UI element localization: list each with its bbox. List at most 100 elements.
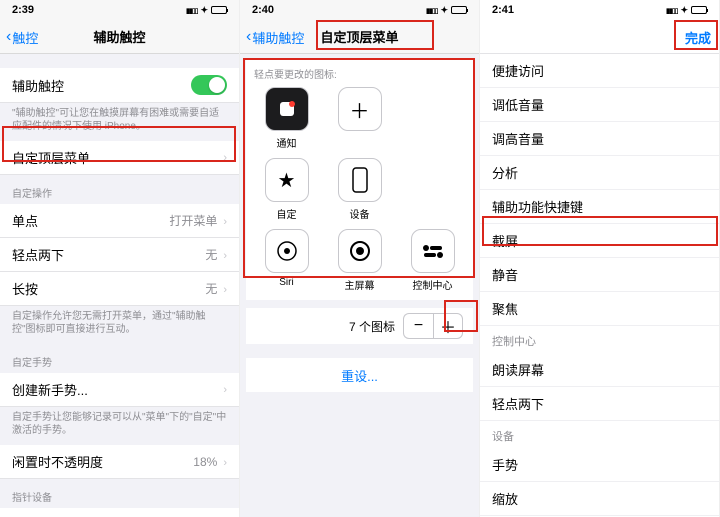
cell-signal-icon xyxy=(666,4,677,16)
row-value: 打开菜单 xyxy=(169,214,217,228)
wifi-icon xyxy=(440,4,448,16)
list-item[interactable]: 缩放 xyxy=(480,482,719,516)
reset-button[interactable]: 重设... xyxy=(246,358,473,392)
list-item-screenshot[interactable]: 截屏 xyxy=(480,224,719,258)
row-label: 创建新手势... xyxy=(12,380,88,399)
wifi-icon xyxy=(680,4,688,16)
status-icons xyxy=(426,4,467,16)
icon-label: 通知 xyxy=(277,135,297,150)
chevron-right-icon: › xyxy=(223,384,227,396)
chevron-right-icon: › xyxy=(223,152,227,164)
list-item[interactable]: 分析 xyxy=(480,156,719,190)
chevron-right-icon: › xyxy=(223,250,227,262)
icon-grid: 通知 ＋ ★ 自定 设备 Siri xyxy=(254,87,465,292)
section-header-pointer: 指针设备 xyxy=(0,479,239,508)
icon-label: 自定 xyxy=(277,206,297,221)
icon-label: 主屏幕 xyxy=(345,277,375,292)
nav-bar: ‹ 触控 辅助触控 xyxy=(0,20,239,54)
icon-cell-control-center[interactable]: 控制中心 xyxy=(411,229,455,292)
panel-subtitle: 轻点要更改的图标: xyxy=(254,66,465,81)
icon-cell-home[interactable]: 主屏幕 xyxy=(338,229,382,292)
row-label: 轻点两下 xyxy=(12,245,64,264)
list-item[interactable]: 辅助功能快捷键 xyxy=(480,190,719,224)
action-list: 便捷访问 调低音量 调高音量 分析 辅助功能快捷键 截屏 静音 聚焦 控制中心 … xyxy=(480,54,719,517)
stepper-plus-button[interactable]: ＋ xyxy=(433,313,463,339)
row-value: 18% xyxy=(193,455,217,469)
back-label: 触控 xyxy=(12,28,38,47)
done-label: 完成 xyxy=(685,28,711,47)
icon-cell-siri[interactable]: Siri xyxy=(265,229,309,292)
page-title: 辅助触控 xyxy=(93,27,145,46)
back-button[interactable]: ‹ 辅助触控 xyxy=(246,20,304,54)
list-item[interactable]: 朗读屏幕 xyxy=(480,353,719,387)
custom-actions-note: 自定操作允许您无需打开菜单，通过"辅助触控"图标即可直接进行互动。 xyxy=(0,306,239,344)
item-label: 手势 xyxy=(492,455,518,474)
status-icons xyxy=(666,4,707,16)
screen-action-picker: 2:41 完成 便捷访问 调低音量 调高音量 分析 辅助功能快捷键 截屏 静音 … xyxy=(480,0,720,517)
chevron-right-icon: › xyxy=(223,284,227,296)
reset-label: 重设... xyxy=(341,366,378,385)
star-icon: ★ xyxy=(265,158,309,202)
item-label: 分析 xyxy=(492,163,518,182)
back-label: 辅助触控 xyxy=(252,28,304,47)
icon-cell-notification[interactable]: 通知 xyxy=(265,87,309,150)
row-assistive-toggle[interactable]: 辅助触控 xyxy=(0,68,239,103)
row-double-tap[interactable]: 轻点两下 无› xyxy=(0,238,239,272)
list-item[interactable]: 便捷访问 xyxy=(480,54,719,88)
item-label: 便捷访问 xyxy=(492,61,544,80)
battery-icon xyxy=(211,6,227,14)
chevron-left-icon: ‹ xyxy=(246,28,251,46)
toggle-switch-icon[interactable] xyxy=(191,75,227,95)
row-single-tap[interactable]: 单点 打开菜单 › xyxy=(0,204,239,238)
chevron-left-icon: ‹ xyxy=(6,28,11,46)
back-button[interactable]: ‹ 触控 xyxy=(6,20,38,54)
icon-cell-custom[interactable]: ★ 自定 xyxy=(265,158,309,221)
list-item[interactable]: 调低音量 xyxy=(480,88,719,122)
nav-bar: 完成 xyxy=(480,20,719,54)
clock: 2:40 xyxy=(252,4,274,16)
list-item[interactable]: 静音 xyxy=(480,258,719,292)
done-button[interactable]: 完成 xyxy=(685,20,711,54)
screen-customize-menu: 2:40 ‹ 辅助触控 自定顶层菜单 轻点要更改的图标: 通知 ＋ xyxy=(240,0,480,517)
stepper-minus-button[interactable]: − xyxy=(403,313,433,339)
icon-label: 设备 xyxy=(350,206,370,221)
icon-label: 控制中心 xyxy=(413,277,453,292)
section-header-custom-gesture: 自定手势 xyxy=(0,344,239,373)
list-item[interactable]: 聚焦 xyxy=(480,292,719,326)
icon-label: Siri xyxy=(279,277,293,288)
icon-cell-add[interactable]: ＋ xyxy=(338,87,382,150)
list-item[interactable]: 手势 xyxy=(480,448,719,482)
siri-icon xyxy=(265,229,309,273)
status-bar: 2:41 xyxy=(480,0,719,20)
item-label: 截屏 xyxy=(492,231,518,250)
clock: 2:41 xyxy=(492,4,514,16)
row-idle-opacity[interactable]: 闲置时不透明度 18%› xyxy=(0,445,239,479)
item-label: 缩放 xyxy=(492,489,518,508)
plus-icon: ＋ xyxy=(338,87,382,131)
list-item[interactable]: 调高音量 xyxy=(480,122,719,156)
list-item[interactable]: 轻点两下 xyxy=(480,387,719,421)
icon-cell-device[interactable]: 设备 xyxy=(338,158,382,221)
device-icon xyxy=(338,158,382,202)
row-create-gesture[interactable]: 创建新手势... › xyxy=(0,373,239,407)
screen-assistive-touch: 2:39 ‹ 触控 辅助触控 辅助触控 "辅助触控"可让您在触摸屏幕有困难或需要… xyxy=(0,0,240,517)
gesture-note: 自定手势让您能够记录可以从"菜单"下的"自定"中激活的手势。 xyxy=(0,407,239,445)
wifi-icon xyxy=(200,4,208,16)
clock: 2:39 xyxy=(12,4,34,16)
chevron-right-icon: › xyxy=(223,216,227,228)
status-bar: 2:40 xyxy=(240,0,479,20)
row-devices[interactable]: 设备 › xyxy=(0,508,239,517)
item-label: 辅助功能快捷键 xyxy=(492,197,583,216)
home-icon xyxy=(338,229,382,273)
section-header-custom-actions: 自定操作 xyxy=(0,175,239,204)
row-label: 辅助触控 xyxy=(12,76,64,95)
nav-bar: ‹ 辅助触控 自定顶层菜单 xyxy=(240,20,479,54)
row-label: 单点 xyxy=(12,211,38,230)
row-customize-top-menu[interactable]: 自定顶层菜单 › xyxy=(0,141,239,175)
icon-grid-panel: 轻点要更改的图标: 通知 ＋ ★ 自定 设备 xyxy=(246,60,473,300)
row-value: 无 xyxy=(205,282,217,296)
status-icons xyxy=(186,4,227,16)
row-long-press[interactable]: 长按 无› xyxy=(0,272,239,306)
icon-count-row: 7 个图标 − ＋ xyxy=(246,308,473,344)
item-label: 朗读屏幕 xyxy=(492,360,544,379)
